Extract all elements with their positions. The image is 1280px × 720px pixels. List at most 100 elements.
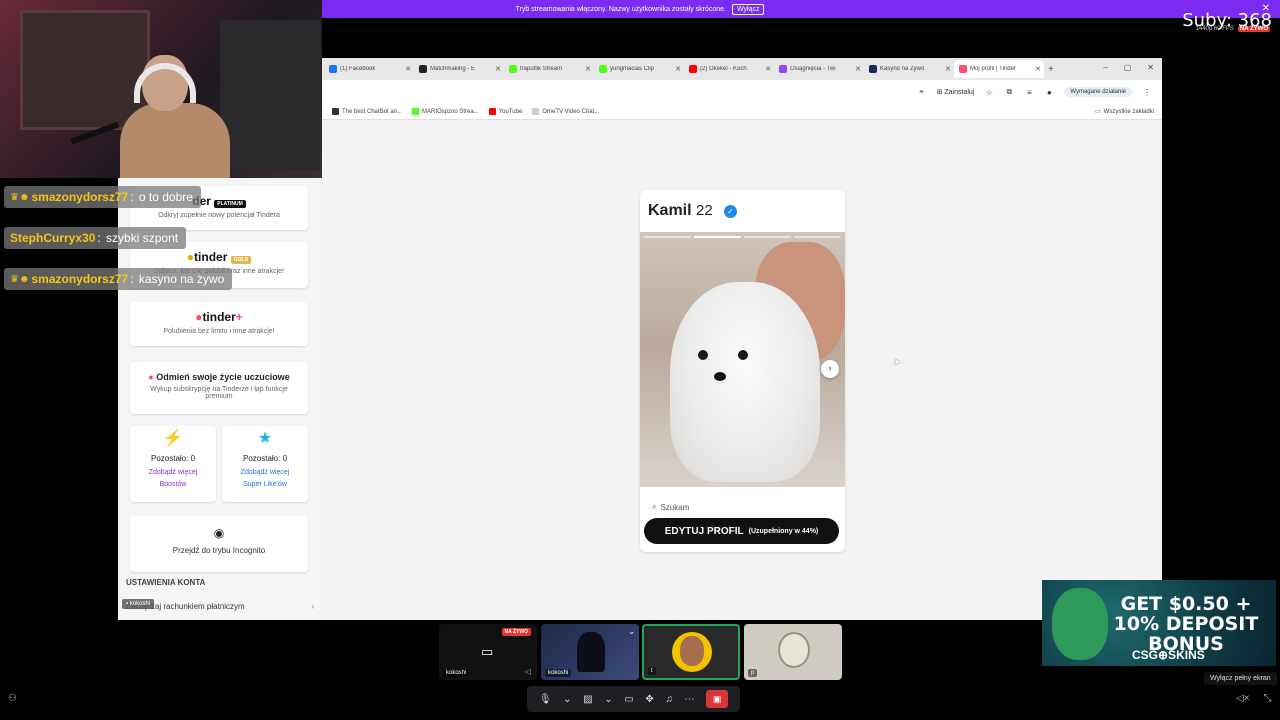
chevron-down-icon[interactable]: ⌄ bbox=[628, 627, 635, 636]
stop-stream-button[interactable]: ▣ bbox=[706, 690, 729, 708]
webcam-door bbox=[220, 20, 320, 170]
bolt-icon: ⚡ bbox=[163, 430, 183, 447]
tab[interactable]: yungmacias Clip ✕ bbox=[594, 60, 684, 78]
tab[interactable]: Osiągnięcia - Twi ✕ bbox=[774, 60, 864, 78]
quality-label: 1440p 60 FPS bbox=[1195, 26, 1234, 32]
minimize-button[interactable]: – bbox=[1103, 63, 1107, 72]
tab-active[interactable]: Mój profil | Tinder ✕ bbox=[954, 60, 1044, 78]
profile-avatar-icon[interactable]: ● bbox=[1044, 88, 1054, 97]
close-icon[interactable]: ✕ bbox=[765, 65, 771, 73]
payment-settings-row[interactable]: Zarządzaj rachunkiem płatniczym › bbox=[126, 602, 314, 611]
live-badge: NA ŻYWO bbox=[1237, 26, 1270, 32]
incognito-label: Przejdź do trybu Incognito bbox=[172, 546, 266, 555]
tab-favicon bbox=[869, 65, 877, 73]
soundboard-icon[interactable]: ♫ bbox=[665, 694, 673, 705]
bookmark-favicon bbox=[488, 108, 496, 115]
participant-tile[interactable]: kokoshi ⌄ bbox=[541, 624, 639, 680]
get-more-boosts-link[interactable]: Zdobądź więcej Boostów bbox=[130, 467, 216, 491]
subscription-card[interactable]: ● Odmień swoje życie uczuciowe Wykup sub… bbox=[130, 362, 308, 414]
close-window-button[interactable]: ✕ bbox=[1147, 63, 1154, 72]
exit-fullscreen-icon[interactable]: ⤡ bbox=[1264, 693, 1272, 704]
superlike-card[interactable]: ★ Pozostało: 0 Zdobądź więcej Super Like… bbox=[222, 426, 308, 502]
bookmark[interactable]: OmeTV Video Chat... bbox=[532, 108, 599, 115]
boost-card[interactable]: ⚡ Pozostało: 0 Zdobądź więcej Boostów bbox=[130, 426, 216, 502]
microphone-icon[interactable]: 🎙 bbox=[539, 694, 552, 705]
plus-card[interactable]: ●tinder+ Polubienia bez limitu i inne at… bbox=[130, 302, 308, 346]
photo-progress bbox=[644, 236, 841, 238]
tab-title: (1) Facebook bbox=[340, 66, 376, 72]
superlike-remaining: Pozostało: 0 bbox=[242, 454, 288, 463]
seeking-label: Szukam bbox=[660, 502, 690, 512]
camera-off-icon[interactable]: ▨ bbox=[583, 694, 592, 705]
action-required-button[interactable]: Wymagane działanie bbox=[1064, 87, 1132, 97]
tab[interactable]: (1) Facebook ✕ bbox=[324, 60, 414, 78]
bookmark[interactable]: The best ChatBot an... bbox=[332, 108, 402, 115]
kebab-menu-icon[interactable]: ⋮ bbox=[1142, 88, 1152, 97]
dog-nose bbox=[714, 372, 726, 381]
all-bookmarks[interactable]: ▭ Wszystkie zakładki bbox=[1095, 108, 1154, 116]
close-icon[interactable]: ✕ bbox=[1035, 65, 1041, 73]
screen-share-icon: ▭ bbox=[481, 644, 494, 659]
tab-title: trapuflik Stream bbox=[520, 66, 563, 72]
participant-tile[interactable]: p bbox=[744, 624, 842, 680]
activities-icon[interactable]: ✥ bbox=[645, 694, 653, 705]
ad-banner[interactable]: GET $0.50 + 10% DEPOSIT BONUS CSG⊕SKINS bbox=[1042, 580, 1276, 666]
tab[interactable]: Matchmaking - E ✕ bbox=[414, 60, 504, 78]
close-icon[interactable]: ✕ bbox=[855, 65, 861, 73]
ad-headline: GET $0.50 + 10% DEPOSIT BONUS bbox=[1113, 593, 1259, 655]
chat-username: StephCurryx30 bbox=[10, 231, 96, 245]
people-icon[interactable]: ⚇ bbox=[8, 693, 17, 704]
tab-title: Mój profil | Tinder bbox=[970, 66, 1016, 72]
gold-badge: GOLD bbox=[230, 256, 252, 264]
avatar-face bbox=[680, 636, 704, 666]
menu-list-icon[interactable]: ≡ bbox=[1024, 88, 1034, 97]
close-icon[interactable]: ✕ bbox=[675, 65, 681, 73]
bookmark-label: OmeTV Video Chat... bbox=[542, 108, 600, 115]
tab-favicon bbox=[329, 65, 337, 73]
edit-profile-button[interactable]: EDYTUJ PROFIL (Uzupełniony w 44%) bbox=[644, 518, 839, 544]
chevron-down-icon[interactable]: ⌄ bbox=[604, 694, 612, 705]
extensions-icon[interactable]: ⧉ bbox=[1004, 87, 1014, 97]
chevron-down-icon[interactable]: ⌄ bbox=[563, 694, 571, 705]
more-options-icon[interactable]: ⋯ bbox=[684, 694, 694, 705]
search-icon: ⌕ bbox=[652, 502, 657, 511]
profile-photo[interactable]: › bbox=[640, 232, 845, 487]
participant-name: t bbox=[648, 667, 656, 675]
tab-favicon bbox=[689, 65, 697, 73]
tab[interactable]: (2) Okekel - Koch ✕ bbox=[684, 60, 774, 78]
new-tab-button[interactable]: + bbox=[1048, 64, 1054, 75]
incognito-eye-icon: ◉ bbox=[213, 526, 225, 540]
tab-favicon bbox=[419, 65, 427, 73]
mouse-cursor: ➤ bbox=[893, 357, 902, 368]
bookmark[interactable]: YouTube bbox=[488, 108, 523, 115]
bookmark-label: YouTube bbox=[498, 108, 523, 115]
bookmark-favicon bbox=[532, 108, 540, 115]
maximize-button[interactable]: ▢ bbox=[1124, 63, 1132, 72]
incognito-card[interactable]: ◉ Przejdź do trybu Incognito bbox=[130, 516, 308, 572]
bookmark-label: The best ChatBot an... bbox=[342, 108, 403, 115]
get-more-superlikes-link[interactable]: Zdobądź więcej Super Like'ów bbox=[222, 467, 308, 491]
close-icon[interactable]: ✕ bbox=[495, 65, 501, 73]
tab[interactable]: trapuflik Stream ✕ bbox=[504, 60, 594, 78]
close-icon[interactable]: ✕ bbox=[585, 65, 591, 73]
bookmarks-bar: The best ChatBot an... MARIOspzoo Strea.… bbox=[322, 104, 1162, 120]
chat-message: ♛☻ smazonydorsz77: o to dobre bbox=[4, 186, 201, 208]
plus-logo: ●tinder+ bbox=[195, 310, 243, 324]
tab[interactable]: Kasyno na Żywo ✕ bbox=[864, 60, 954, 78]
bookmark[interactable]: MARIOspzoo Strea... bbox=[412, 108, 479, 115]
participant-tile[interactable]: NA ŻYWO ▭ kokoshi ◁ bbox=[439, 624, 537, 680]
volume-mute-icon[interactable]: ◁× bbox=[1236, 693, 1250, 704]
screen-share-icon[interactable]: ▭ bbox=[624, 694, 633, 705]
star-icon[interactable]: ☆ bbox=[984, 88, 994, 97]
close-icon[interactable]: ✕ bbox=[945, 65, 951, 73]
bookmark-label: MARIOspzoo Strea... bbox=[422, 108, 479, 115]
disable-streaming-mode-button[interactable]: Wyłącz bbox=[731, 3, 765, 15]
next-photo-button[interactable]: › bbox=[821, 360, 839, 378]
bookmark-favicon bbox=[412, 108, 420, 115]
close-icon[interactable]: ✕ bbox=[405, 65, 411, 73]
call-toolbar: 🎙 ⌄ ▨ ⌄ ▭ ✥ ♫ ⋯ ▣ bbox=[527, 686, 740, 712]
location-icon[interactable]: ⌖ bbox=[917, 87, 927, 97]
install-button[interactable]: ⊞ Zainstaluj bbox=[937, 88, 975, 96]
live-badge: NA ŻYWO bbox=[501, 628, 531, 636]
participant-tile-speaking[interactable]: t bbox=[642, 624, 740, 680]
